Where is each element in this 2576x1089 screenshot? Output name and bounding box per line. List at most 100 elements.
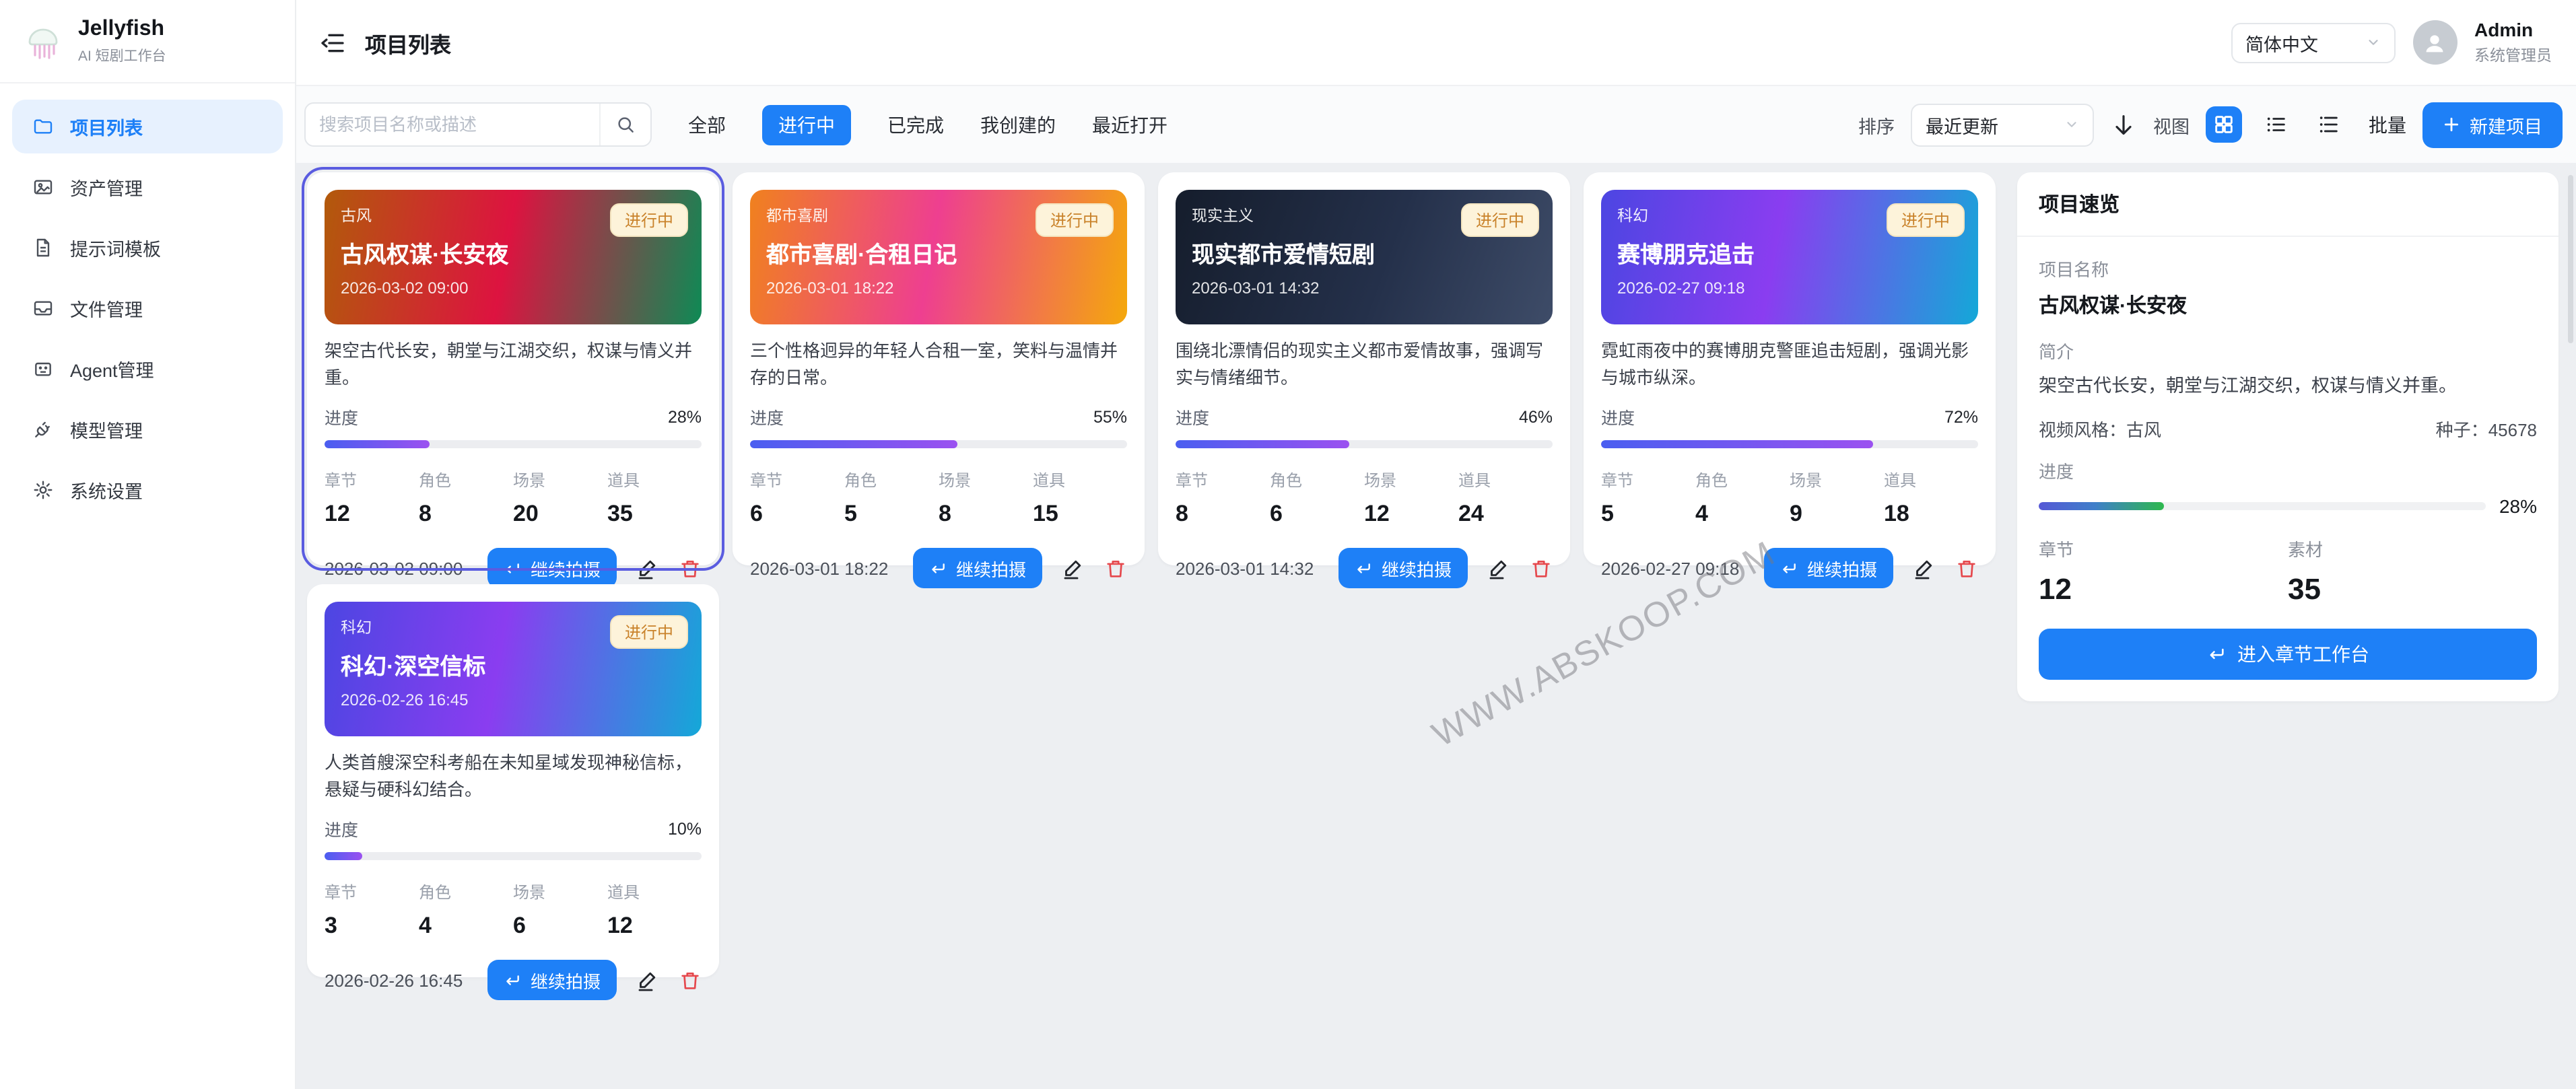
sort-label: 排序 (1858, 111, 1895, 138)
card-datetime: 2026-02-27 09:18 (1617, 279, 1962, 297)
card-title: 科幻·深空信标 (341, 647, 685, 681)
app-name: Jellyfish (78, 17, 166, 41)
tab-completed[interactable]: 已完成 (887, 111, 944, 138)
trash-icon[interactable] (679, 969, 702, 991)
edit-icon[interactable] (1912, 556, 1936, 580)
language-select[interactable]: 简体中文 (2231, 22, 2395, 63)
continue-shooting-button[interactable]: 继续拍摄 (487, 960, 617, 1000)
props-value: 35 (607, 501, 702, 528)
avatar[interactable] (2412, 20, 2457, 65)
sidebar-item-projects[interactable]: 项目列表 (12, 99, 283, 153)
app-subtitle: AI 短剧工作台 (78, 45, 166, 65)
continue-shooting-button[interactable]: 继续拍摄 (487, 548, 617, 588)
trash-icon[interactable] (1104, 557, 1127, 579)
scenes-value: 6 (513, 913, 607, 940)
top-header: 项目列表 简体中文 Admin 系统管理员 (296, 0, 2576, 86)
inbox-icon (32, 297, 54, 318)
quick-assets-value: 35 (2288, 573, 2537, 608)
scrollbar-thumb[interactable] (2568, 175, 2573, 343)
plug-icon (32, 418, 54, 440)
sidebar-item-agents[interactable]: Agent管理 (12, 341, 283, 395)
file-text-icon (32, 236, 54, 258)
scenes-value: 12 (1364, 501, 1458, 528)
project-card[interactable]: 科幻 赛博朋克追击 2026-02-27 09:18 进行中 霓虹雨夜中的赛博朋… (1584, 172, 1996, 565)
sidebar-item-models[interactable]: 模型管理 (12, 402, 283, 456)
quick-assets-label: 素材 (2288, 536, 2537, 562)
sidebar-item-files[interactable]: 文件管理 (12, 281, 283, 335)
search-button[interactable] (599, 104, 650, 145)
language-value: 简体中文 (2245, 29, 2318, 56)
sort-direction-icon[interactable] (2110, 111, 2137, 138)
roles-value: 4 (1695, 501, 1790, 528)
chapters-value: 12 (325, 501, 419, 528)
tab-recently-opened[interactable]: 最近打开 (1092, 111, 1167, 138)
batch-button[interactable]: 批量 (2369, 111, 2406, 138)
edit-icon[interactable] (1061, 556, 1085, 580)
card-title: 古风权谋·长安夜 (341, 236, 685, 269)
continue-shooting-button[interactable]: 继续拍摄 (1764, 548, 1893, 588)
continue-shooting-button[interactable]: 继续拍摄 (913, 548, 1042, 588)
view-grid-button[interactable] (2206, 106, 2242, 143)
trash-icon[interactable] (679, 557, 702, 579)
sidebar: Jellyfish AI 短剧工作台 项目列表 资产管理 提示词模板 文件管理 (0, 0, 296, 1089)
tab-created-by-me[interactable]: 我创建的 (980, 111, 1056, 138)
menu-fold-icon[interactable] (319, 29, 346, 56)
sidebar-item-assets[interactable]: 资产管理 (12, 160, 283, 213)
enter-chapter-workbench-button[interactable]: 进入章节工作台 (2039, 629, 2537, 680)
detail-list-icon (2317, 113, 2340, 136)
sidebar-item-prompt-templates[interactable]: 提示词模板 (12, 220, 283, 274)
progress-bar (1176, 440, 1553, 448)
enter-icon (504, 971, 521, 989)
progress-bar (325, 440, 702, 448)
chevron-down-icon (2365, 35, 2380, 50)
view-detail-list-button[interactable] (2311, 106, 2347, 143)
enter-icon (929, 559, 947, 577)
roles-label: 角色 (1695, 468, 1790, 491)
updated-date: 2026-02-26 16:45 (325, 970, 463, 990)
seed: 种子：45678 (2436, 417, 2537, 442)
edit-icon[interactable] (636, 556, 660, 580)
trash-icon[interactable] (1530, 557, 1553, 579)
tab-all[interactable]: 全部 (688, 111, 726, 138)
new-project-button[interactable]: 新建项目 (2422, 102, 2563, 147)
sidebar-item-settings[interactable]: 系统设置 (12, 462, 283, 516)
search-icon (615, 114, 636, 135)
edit-icon[interactable] (1487, 556, 1511, 580)
user-icon (2421, 29, 2448, 56)
sort-value: 最近更新 (1926, 111, 1998, 138)
sidebar-item-label: 系统设置 (70, 476, 143, 503)
card-description: 霓虹雨夜中的赛博朋克警匪追击短剧，强调光影与城市纵深。 (1601, 338, 1978, 392)
props-value: 18 (1884, 501, 1978, 528)
project-quick-view-panel: 项目速览 项目名称 古风权谋·长安夜 简介 架空古代长安，朝堂与江湖交织，权谋与… (2017, 172, 2558, 702)
card-banner: 现实主义 现实都市爱情短剧 2026-03-01 14:32 进行中 (1176, 190, 1553, 324)
sort-select[interactable]: 最近更新 (1911, 103, 2094, 146)
project-card[interactable]: 现实主义 现实都市爱情短剧 2026-03-01 14:32 进行中 围绕北漂情… (1158, 172, 1570, 565)
card-title: 现实都市爱情短剧 (1192, 236, 1536, 269)
content-area: WWW.ABSKOOP.COM 古风 古风权谋·长安夜 2026-03-02 0… (296, 163, 2576, 977)
project-name-label: 项目名称 (2039, 256, 2537, 281)
props-label: 道具 (607, 468, 702, 491)
chapters-value: 8 (1176, 501, 1270, 528)
view-list-button[interactable] (2258, 106, 2295, 143)
project-card[interactable]: 古风 古风权谋·长安夜 2026-03-02 09:00 进行中 架空古代长安，… (307, 172, 719, 565)
search-box (304, 102, 652, 147)
project-card[interactable]: 都市喜剧 都市喜剧·合租日记 2026-03-01 18:22 进行中 三个性格… (733, 172, 1145, 565)
sidebar-item-label: 项目列表 (70, 112, 143, 139)
tab-in-progress[interactable]: 进行中 (762, 104, 851, 145)
enter-icon (1355, 559, 1372, 577)
edit-icon[interactable] (636, 968, 660, 992)
scenes-label: 场景 (513, 468, 607, 491)
project-card[interactable]: 科幻 科幻·深空信标 2026-02-26 16:45 进行中 人类首艘深空科考… (307, 584, 719, 977)
sidebar-menu: 项目列表 资产管理 提示词模板 文件管理 Agent管理 模型管理 (0, 83, 295, 539)
card-description: 架空古代长安，朝堂与江湖交织，权谋与情义并重。 (325, 338, 702, 392)
continue-shooting-button[interactable]: 继续拍摄 (1338, 548, 1468, 588)
folder-icon (32, 115, 54, 137)
trash-icon[interactable] (1955, 557, 1978, 579)
roles-value: 5 (844, 501, 939, 528)
chapters-value: 5 (1601, 501, 1695, 528)
roles-label: 角色 (1270, 468, 1364, 491)
search-input[interactable] (306, 104, 599, 145)
updated-date: 2026-03-02 09:00 (325, 558, 463, 578)
status-badge: 进行中 (610, 615, 688, 649)
main-area: 项目列表 简体中文 Admin 系统管理员 (296, 0, 2576, 1089)
